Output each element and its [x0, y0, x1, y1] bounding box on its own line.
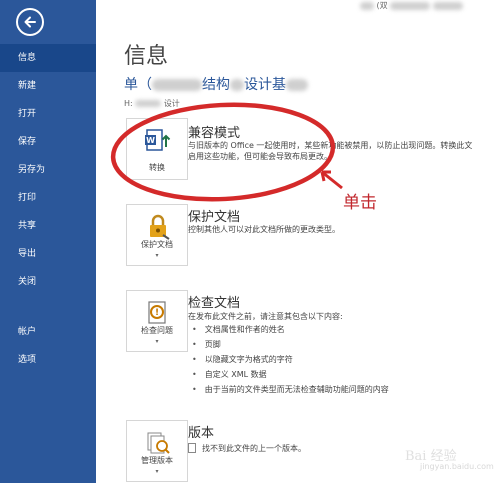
inspect-desc: 在发布此文件之前，请注意其包含以下内容: — [188, 312, 343, 321]
nav-item-close[interactable]: 关闭 — [0, 268, 96, 296]
convert-label: 转换 — [149, 163, 165, 172]
nav-item-options[interactable]: 选项 — [0, 346, 96, 374]
redaction-blur — [286, 79, 308, 91]
versions-title: 版本 — [188, 426, 215, 441]
compat-desc-1: 与旧版本的 Office 一起使用时，某些新功能被禁用，以防止出现问题。转换此文 — [188, 141, 473, 150]
chevron-down-icon: ▾ — [155, 338, 159, 345]
nav-item-save[interactable]: 保存 — [0, 128, 96, 156]
list-item: 以隐藏文字为格式的字符 — [192, 352, 389, 367]
list-item: 由于当前的文件类型而无法检查辅助功能问题的内容 — [192, 382, 389, 397]
protect-document-button[interactable]: 保护文档 ▾ — [126, 204, 188, 266]
nav-item-open[interactable]: 打开 — [0, 100, 96, 128]
document-path: H: 设计 — [124, 98, 180, 109]
redaction-blur — [230, 79, 244, 91]
inspect-bullet-list: 文档属性和作者的姓名 页脚 以隐藏文字为格式的字符 自定义 XML 数据 由于当… — [192, 322, 389, 397]
manage-versions-button[interactable]: 管理版本 ▾ — [126, 420, 188, 482]
svg-text:W: W — [146, 136, 155, 145]
nav-item-export[interactable]: 导出 — [0, 240, 96, 268]
versions-desc: 找不到此文件的上一个版本。 — [188, 443, 306, 454]
compat-title: 兼容模式 — [188, 126, 241, 141]
inspect-document-icon: ! — [148, 301, 166, 324]
chevron-down-icon: ▾ — [155, 468, 159, 475]
nav-item-account[interactable]: 帐户 — [0, 318, 96, 346]
backstage-sidebar: 信息 新建 打开 保存 另存为 打印 共享 导出 关闭 帐户 选项 — [0, 0, 96, 483]
doc-name-mid: 结构 — [202, 77, 230, 93]
list-item: 自定义 XML 数据 — [192, 367, 389, 382]
doc-path-drive: H: — [124, 99, 133, 108]
redaction-blur — [152, 79, 202, 91]
watermark-url: jingyan.baidu.com — [420, 462, 494, 471]
doc-path-tail: 设计 — [163, 99, 180, 108]
doc-name-end: 设计基 — [244, 77, 286, 93]
document-name: 单（ 结构 设计基 — [124, 74, 308, 94]
protect-desc: 控制其他人可以对此文档所做的更改类型。 — [188, 225, 340, 234]
svg-text:!: ! — [155, 308, 159, 318]
check-issues-button[interactable]: ! 检查问题 ▾ — [126, 290, 188, 352]
nav-item-info[interactable]: 信息 — [0, 44, 96, 72]
list-item: 文档属性和作者的姓名 — [192, 322, 389, 337]
word-convert-icon: W — [145, 129, 171, 151]
versions-icon — [147, 432, 170, 454]
convert-button[interactable]: W 转换 — [126, 118, 188, 180]
nav-item-new[interactable]: 新建 — [0, 72, 96, 100]
back-arrow-icon[interactable] — [16, 8, 44, 36]
backstage-main: 信息 单（ 结构 设计基 H: 设计 W 转换 兼容模式 与旧版本的 Office … — [96, 0, 500, 483]
backstage-nav: 信息 新建 打开 保存 另存为 打印 共享 导出 关闭 帐户 选项 — [0, 44, 96, 374]
list-item: 页脚 — [192, 337, 389, 352]
protect-title: 保护文档 — [188, 210, 241, 225]
nav-item-print[interactable]: 打印 — [0, 184, 96, 212]
annotation-label: 单击 — [343, 193, 377, 213]
page-title: 信息 — [124, 44, 169, 69]
document-icon — [188, 443, 196, 453]
redaction-blur — [135, 100, 162, 107]
lock-key-icon — [150, 214, 170, 240]
versions-desc-text: 找不到此文件的上一个版本。 — [202, 444, 306, 453]
nav-item-share[interactable]: 共享 — [0, 212, 96, 240]
chevron-down-icon: ▾ — [155, 252, 159, 259]
inspect-title: 检查文档 — [188, 296, 241, 311]
compat-desc-2: 启用这些功能，但可能会导致布局更改。 — [188, 152, 332, 161]
doc-name-start: 单（ — [124, 77, 152, 93]
nav-item-save-as[interactable]: 另存为 — [0, 156, 96, 184]
